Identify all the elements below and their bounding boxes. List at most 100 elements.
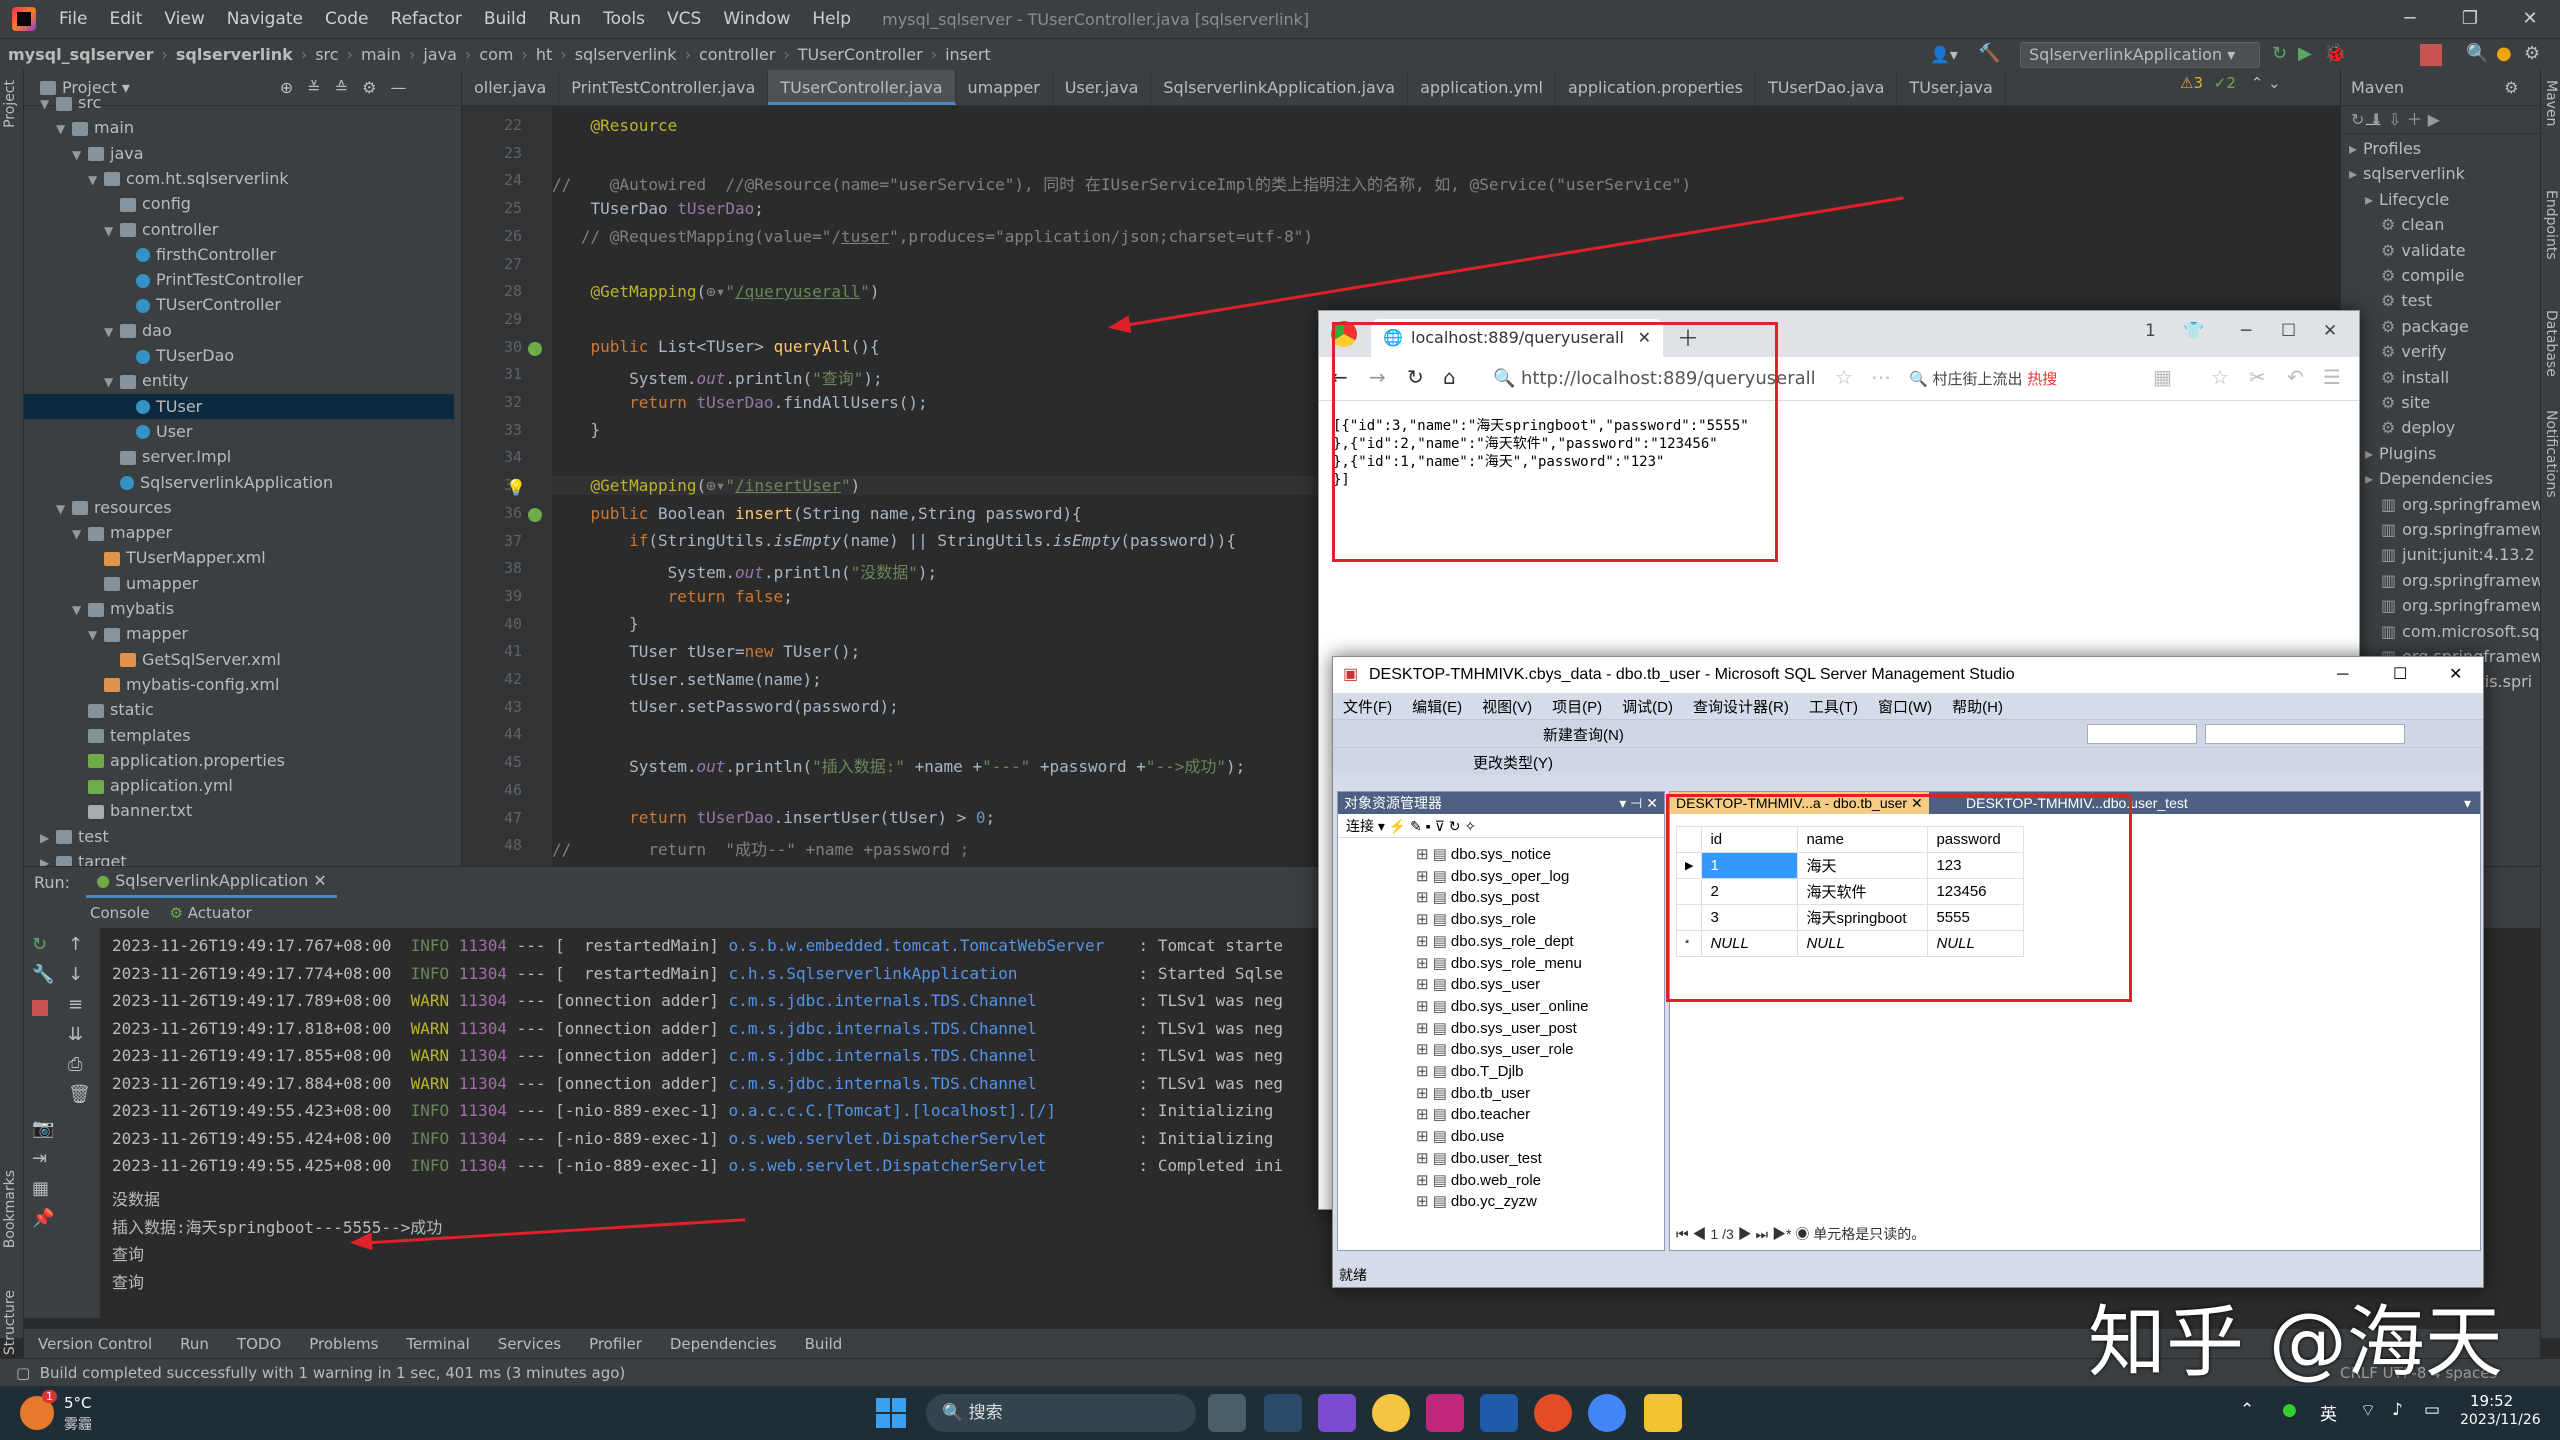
run-icon[interactable]: ▶	[2298, 43, 2312, 64]
bean-gutter-icon[interactable]	[528, 507, 542, 522]
oe-table-item[interactable]: ⊞ ▤ dbo.sys_notice	[1416, 844, 1551, 866]
bookmarks-tool-tab[interactable]: Bookmarks	[2, 1170, 18, 1248]
taskbar-search-box[interactable]: 🔍 搜索	[926, 1394, 1196, 1432]
ssms-menu-item[interactable]: 文件(F)	[1333, 696, 1402, 717]
wrench-icon[interactable]: 🔧	[32, 964, 54, 985]
editor-tab[interactable]: application.yml	[1408, 70, 1556, 105]
tree-item[interactable]: PrintTestController	[120, 267, 303, 292]
input-language[interactable]: 英	[2320, 1400, 2337, 1425]
tab-count-icon[interactable]: 1	[2145, 321, 2156, 341]
menu-view[interactable]: View	[153, 9, 215, 29]
change-type-button[interactable]: 更改类型(Y)	[1473, 752, 1553, 773]
chrome-icon[interactable]	[1534, 1394, 1572, 1432]
gear-icon[interactable]: ⚙	[2504, 78, 2518, 97]
structure-tool-tab[interactable]: Structure	[2, 1290, 18, 1355]
visual-studio-icon[interactable]	[1318, 1394, 1356, 1432]
menu-help[interactable]: Help	[801, 9, 862, 29]
user-icon[interactable]: 👤▾	[1930, 45, 1958, 64]
ssms-menu-item[interactable]: 项目(P)	[1542, 696, 1612, 717]
oe-table-item[interactable]: ⊞ ▤ dbo.teacher	[1416, 1104, 1530, 1126]
browser-close[interactable]: ✕	[2323, 321, 2337, 341]
maven-item[interactable]: ▸ Profiles	[2349, 136, 2421, 161]
scroll-end-icon[interactable]: ⇊	[68, 1024, 83, 1045]
expand-all-icon[interactable]: ≚	[307, 78, 320, 97]
menu-run[interactable]: Run	[538, 9, 593, 29]
oe-table-item[interactable]: ⊞ ▤ dbo.use	[1416, 1126, 1504, 1148]
camera-icon[interactable]: 📷	[32, 1118, 54, 1139]
tree-item[interactable]: GetSqlServer.xml	[104, 647, 281, 672]
inspection-widget[interactable]: ⚠3 ✓2 ⌃ ⌄	[2180, 74, 2281, 92]
chrome-canary-icon[interactable]	[1588, 1394, 1626, 1432]
trash-icon[interactable]: 🗑	[68, 1084, 91, 1105]
maven-item[interactable]: ▸ sqlserverlink	[2349, 161, 2465, 186]
maven-item[interactable]: ⚙ compile	[2381, 263, 2464, 288]
up-arrow-icon[interactable]: ↑	[68, 934, 83, 955]
menu-navigate[interactable]: Navigate	[216, 9, 314, 29]
wifi-icon[interactable]: ⌔	[2360, 1400, 2376, 1421]
ssms-menu-item[interactable]: 工具(T)	[1799, 696, 1868, 717]
run-app-tab[interactable]: ● SqlserverlinkApplication ✕	[86, 867, 337, 898]
menu-edit[interactable]: Edit	[98, 9, 153, 29]
editor-tab[interactable]: oller.java	[462, 70, 560, 105]
tree-item[interactable]: application.properties	[72, 748, 285, 773]
windows-start-icon[interactable]	[876, 1398, 906, 1428]
tree-item[interactable]: ▼ main	[56, 115, 134, 140]
editor-tab[interactable]: User.java	[1053, 70, 1152, 105]
oe-table-item[interactable]: ⊞ ▤ dbo.sys_oper_log	[1416, 866, 1569, 888]
oe-table-item[interactable]: ⊞ ▤ dbo.sys_role_dept	[1416, 931, 1574, 953]
tree-item[interactable]: TUserDao	[120, 343, 234, 368]
tree-item[interactable]: templates	[72, 723, 191, 748]
tool-window-services[interactable]: Services	[484, 1335, 575, 1353]
new-query-button[interactable]: 新建查询(N)	[1543, 724, 1624, 745]
debug-icon[interactable]: 🐞	[2324, 43, 2346, 64]
tree-item[interactable]: ▼ com.ht.sqlserverlink	[88, 166, 289, 191]
close-button[interactable]: ✕	[2500, 0, 2560, 38]
oe-table-item[interactable]: ⊞ ▤ dbo.user_test	[1416, 1148, 1542, 1170]
pager-text[interactable]: 1 /3	[1710, 1226, 1733, 1242]
ssms-menu-item[interactable]: 窗口(W)	[1868, 696, 1942, 717]
connect-button[interactable]: 连接	[1346, 818, 1374, 834]
browser-search-box[interactable]: 🔍 村庄街上流出 热搜	[1909, 363, 2139, 395]
tree-item[interactable]: ▼ resources	[56, 495, 172, 520]
maven-item[interactable]: ▸ Dependencies	[2365, 466, 2493, 491]
intellij-taskbar-icon[interactable]	[1264, 1394, 1302, 1432]
tool-window-profiler[interactable]: Profiler	[575, 1335, 656, 1353]
maven-item[interactable]: ⚙ package	[2381, 314, 2469, 339]
tree-item[interactable]: ▼ src	[40, 90, 101, 115]
menu-tools[interactable]: Tools	[592, 9, 656, 29]
tree-item[interactable]: config	[104, 191, 191, 216]
cut-icon[interactable]: ✂	[2249, 365, 2266, 389]
battery-icon[interactable]: ▭	[2424, 1400, 2440, 1420]
favorites-icon[interactable]: ☆	[2211, 365, 2229, 389]
maven-item[interactable]: ⚙ validate	[2381, 238, 2466, 263]
tool-window-terminal[interactable]: Terminal	[392, 1335, 483, 1353]
tree-item[interactable]: ▼ dao	[104, 318, 172, 343]
qq-icon[interactable]	[1372, 1394, 1410, 1432]
oe-table-item[interactable]: ⊞ ▤ dbo.tb_user	[1416, 1083, 1530, 1105]
tree-item[interactable]: ▼ mapper	[88, 621, 188, 646]
tree-item[interactable]: SqlserverlinkApplication	[104, 470, 333, 495]
rerun-icon[interactable]: ↻	[2272, 43, 2287, 64]
menu-file[interactable]: File	[48, 9, 98, 29]
menu-vcs[interactable]: VCS	[656, 9, 712, 29]
oe-table-item[interactable]: ⊞ ▤ dbo.sys_user	[1416, 974, 1540, 996]
ssms-close[interactable]: ✕	[2449, 657, 2462, 693]
breadcrumb-item[interactable]: TUserController	[790, 45, 931, 64]
pin-icon[interactable]: 📌	[32, 1208, 54, 1229]
editor-tab[interactable]: TUser.java	[1897, 70, 2006, 105]
tray-chevron-icon[interactable]: ⌃	[2240, 1400, 2254, 1420]
jetbrains-toolbox-icon[interactable]	[1426, 1394, 1464, 1432]
tree-item[interactable]: server.Impl	[104, 444, 231, 469]
tree-item[interactable]: mybatis-config.xml	[88, 672, 279, 697]
maven-item[interactable]: ▸ Lifecycle	[2365, 187, 2449, 212]
maven-item[interactable]: ▸ Plugins	[2365, 441, 2436, 466]
file-manager-icon[interactable]	[1208, 1394, 1246, 1432]
ssms-minimize[interactable]: ─	[2337, 657, 2348, 693]
bean-gutter-icon[interactable]	[528, 341, 542, 356]
tree-item[interactable]: firsthController	[120, 242, 276, 267]
ssms-maximize[interactable]: ☐	[2393, 657, 2407, 693]
volume-icon[interactable]: ♪	[2392, 1400, 2403, 1420]
tree-item[interactable]: banner.txt	[72, 798, 192, 823]
maven-item[interactable]: ⚙ clean	[2381, 212, 2444, 237]
oe-table-item[interactable]: ⊞ ▤ dbo.T_Djlb	[1416, 1061, 1523, 1083]
